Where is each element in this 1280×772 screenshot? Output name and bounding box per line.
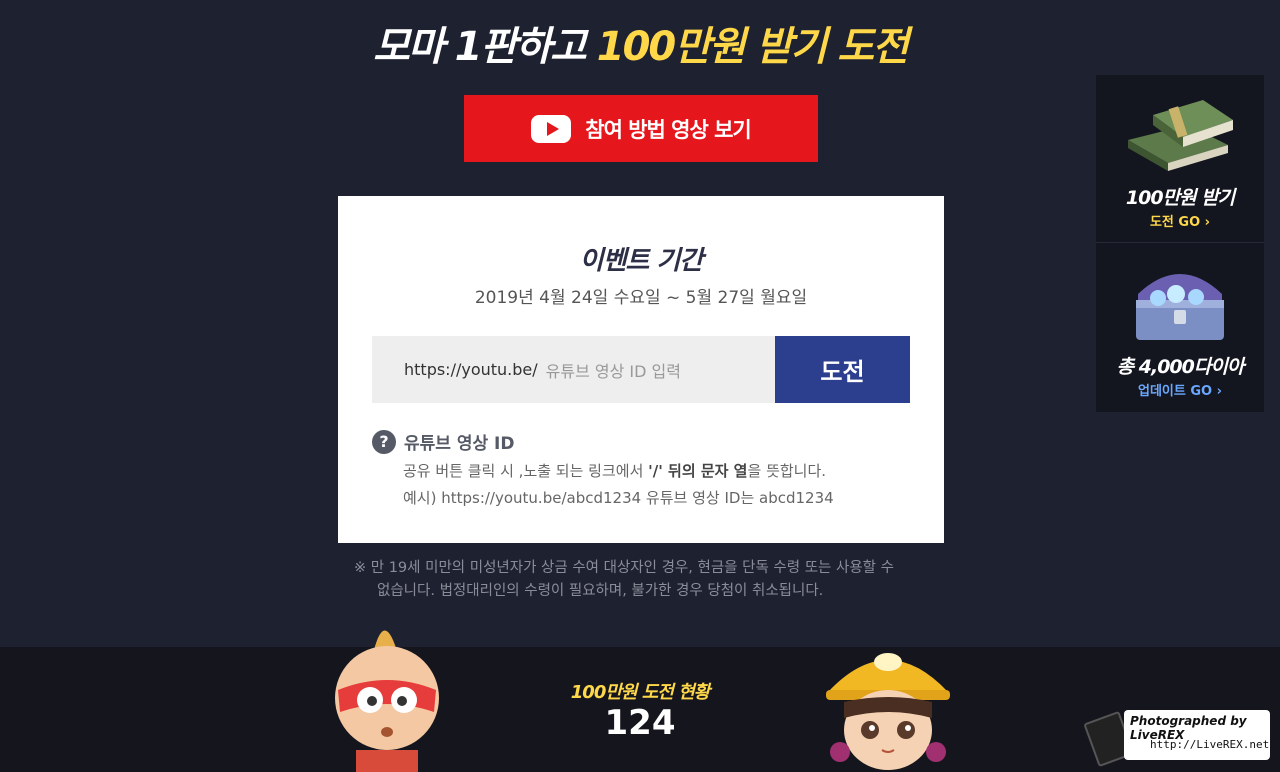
help-line-1: 공유 버튼 클릭 시 ,노출 되는 링크에서 '/' 뒤의 문자 열을 뜻합니다… — [403, 460, 912, 481]
help-line-1a: 공유 버튼 클릭 시 ,노출 되는 링크에서 — [403, 462, 649, 480]
minor-notice: ※ 만 19세 미만의 미성년자가 상금 수여 대상자인 경우, 현금을 단독 … — [354, 557, 944, 603]
page-headline: 모마 1판하고 100만원 받기 도전 — [0, 14, 1280, 72]
side-diamond-link[interactable]: 업데이트 GO › — [1096, 380, 1264, 399]
help-section: ? 유튜브 영상 ID 공유 버튼 클릭 시 ,노출 되는 링크에서 '/' 뒤… — [372, 429, 912, 508]
treasure-chest-icon — [1136, 274, 1224, 340]
status-label: 100만원 도전 현황 — [570, 682, 710, 703]
video-id-form: https://youtu.be/ 유튜브 영상 ID 입력 도전 — [372, 336, 910, 403]
headline-highlight: 100만원 받기 도전 — [596, 24, 909, 70]
help-line-2: 예시) https://youtu.be/abcd1234 유튜브 영상 ID는… — [403, 489, 834, 507]
event-period: 2019년 4월 24일 수요일 ~ 5월 27일 월요일 — [474, 288, 808, 308]
watch-video-label: 참여 방법 영상 보기 — [585, 117, 751, 142]
side-diamond-title: 총 4,000다이아 — [1116, 356, 1245, 378]
photographer-watermark: Photographed by LiveREX http://LiveREX.n… — [1083, 706, 1270, 768]
headline-text: 모마 1판하고 — [373, 24, 597, 70]
side-banner: 100만원 받기 도전 GO › 총 4,000다이아 업데이트 GO › — [1096, 75, 1264, 412]
help-line-1c: 을 뜻합니다. — [747, 462, 827, 480]
watch-video-button[interactable]: 참여 방법 영상 보기 — [464, 95, 818, 162]
notice-line-1: ※ 만 19세 미만의 미성년자가 상금 수여 대상자인 경우, 현금을 단독 … — [354, 560, 894, 576]
submit-challenge-button[interactable]: 도전 — [775, 336, 910, 403]
money-stack-icon — [1128, 100, 1233, 171]
side-prize-title: 100만원 받기 — [1125, 187, 1235, 209]
side-banner-diamond[interactable]: 총 4,000다이아 업데이트 GO › — [1096, 244, 1264, 412]
event-card: 이벤트 기간 2019년 4월 24일 수요일 ~ 5월 27일 월요일 htt… — [338, 196, 944, 543]
url-prefix: https://youtu.be/ — [404, 360, 538, 379]
video-id-input[interactable]: https://youtu.be/ 유튜브 영상 ID 입력 — [372, 336, 775, 403]
question-icon: ? — [372, 429, 396, 454]
event-title: 이벤트 기간 — [579, 246, 704, 276]
watermark-line-2: http://LiveREX.net — [1150, 738, 1270, 751]
character-hardhat-girl-illustration — [826, 653, 950, 770]
video-id-placeholder: 유튜브 영상 ID 입력 — [545, 361, 681, 381]
side-banner-prize[interactable]: 100만원 받기 도전 GO › — [1096, 75, 1264, 243]
notice-line-2: 없습니다. 법정대리인의 수령이 필요하며, 불가한 경우 당첨이 취소됩니다. — [377, 583, 824, 599]
side-prize-link[interactable]: 도전 GO › — [1096, 211, 1264, 230]
youtube-play-icon — [531, 114, 572, 143]
help-line-1b: '/' 뒤의 문자 열 — [648, 462, 748, 480]
help-title: 유튜브 영상 ID — [404, 434, 515, 454]
